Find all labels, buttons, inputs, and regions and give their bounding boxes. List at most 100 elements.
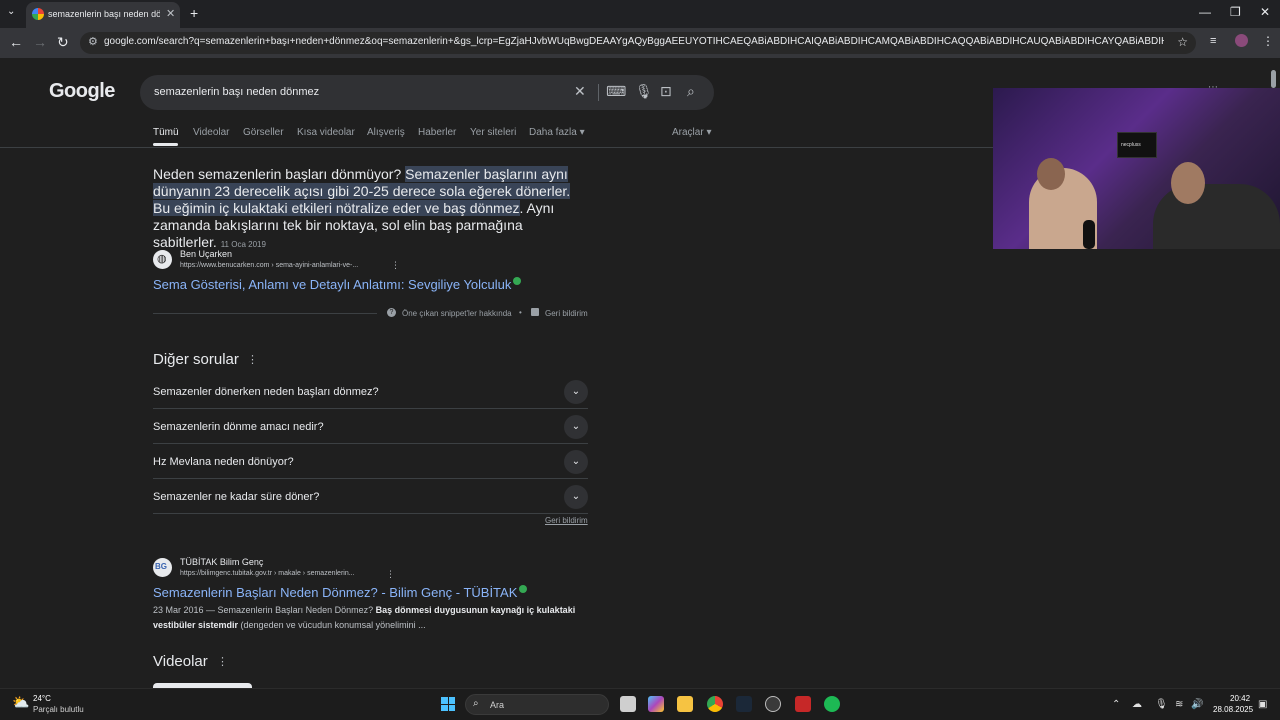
dot-separator: • [519, 308, 522, 317]
reading-list-icon[interactable]: ≡ [1210, 35, 1216, 47]
obs-icon[interactable] [765, 696, 781, 712]
verified-icon [519, 585, 528, 593]
back-icon[interactable]: ← [9, 34, 23, 50]
reload-icon[interactable]: ↻ [57, 34, 69, 51]
weather-temp[interactable]: 24°C [33, 694, 51, 703]
paa-question[interactable]: Hz Mevlana neden dönüyor? ⌄ [153, 444, 588, 479]
tab-news[interactable]: Haberler [418, 127, 456, 138]
more-options-icon[interactable]: ⋮ [391, 260, 400, 271]
chevron-down-icon[interactable]: ⌄ [564, 415, 588, 439]
snippet-text: — Semazenlerin Başları Neden Dönmez? [203, 605, 376, 615]
spotify-icon[interactable] [824, 696, 840, 712]
tubitak-logo-icon: BG [155, 562, 167, 571]
chevron-down-icon[interactable]: ⌄ [564, 485, 588, 509]
wifi-icon[interactable]: ≋ [1175, 699, 1183, 710]
chevron-down-icon[interactable]: ⌄ [564, 380, 588, 404]
google-favicon-icon [32, 8, 44, 20]
microphone-icon[interactable]: 🎙 [635, 83, 653, 100]
profile-avatar[interactable] [1235, 34, 1248, 47]
file-explorer-icon[interactable] [677, 696, 693, 712]
weather-icon[interactable]: ⛅ [12, 694, 29, 711]
paa-question-text: Hz Mevlana neden dönüyor? [153, 456, 294, 468]
copilot-icon[interactable] [648, 696, 664, 712]
tab-search-icon[interactable]: ⌄ [7, 6, 15, 17]
start-tile [448, 697, 455, 704]
chevron-down-icon[interactable]: ⌄ [564, 450, 588, 474]
taskbar-search[interactable]: ⌕ Ara [465, 694, 609, 715]
clear-icon[interactable]: ✕ [574, 83, 586, 100]
app-icon[interactable] [795, 696, 811, 712]
divider [153, 313, 377, 314]
tab-shopping[interactable]: Alışveriş [367, 127, 405, 138]
search-icon[interactable]: ⌕ [687, 83, 695, 100]
chevron-up-icon[interactable]: ⌃ [1112, 699, 1120, 710]
browser-tab[interactable]: semazenlerin başı neden dönmez ✕ [26, 2, 180, 28]
clock-date[interactable]: 28.08.2025 [1213, 705, 1253, 714]
result-link[interactable]: Sema Gösterisi, Anlamı ve Detaylı Anlatı… [153, 277, 522, 292]
snippet-date: 11 Oca 2019 [220, 240, 266, 249]
about-snippets-link[interactable]: Öne çıkan snippet'ler hakkında [402, 309, 512, 318]
keyboard-icon[interactable]: ⌨ [606, 83, 626, 100]
chevron-down-icon: ▾ [706, 127, 712, 138]
person-right-head [1171, 162, 1205, 204]
paa-question-text: Semazenlerin dönme amacı nedir? [153, 421, 324, 433]
weather-desc[interactable]: Parçalı bulutlu [33, 705, 84, 714]
source-url[interactable]: https://www.benucarken.com › sema-ayini-… [180, 262, 358, 269]
volume-icon[interactable]: 🔊 [1191, 699, 1203, 710]
featured-snippet: Neden semazenlerin başları dönmüyor? Sem… [153, 166, 585, 253]
tools-button[interactable]: Araçlar ▾ [672, 127, 712, 138]
paa-title: Diğer sorular [153, 351, 239, 368]
google-logo[interactable]: Google [49, 80, 115, 103]
help-icon: ? [387, 308, 396, 317]
result-date: 23 Mar 2016 [153, 605, 204, 615]
paa-question[interactable]: Semazenler dönerken neden başları dönmez… [153, 374, 588, 409]
onedrive-icon[interactable]: ☁ [1132, 699, 1142, 710]
videos-title: Videolar [153, 653, 208, 670]
paa-more-icon[interactable]: ⋮ [247, 353, 258, 366]
taskbar-search-label: Ara [490, 700, 505, 710]
close-window-icon[interactable]: ✕ [1260, 5, 1270, 19]
start-tile [448, 704, 455, 711]
minimize-icon[interactable]: — [1199, 5, 1211, 19]
feedback-link[interactable]: Geri bildirim [545, 309, 588, 318]
search-input[interactable]: semazenlerin başı neden dönmez [154, 86, 319, 98]
task-view-icon[interactable] [620, 696, 636, 712]
videos-more-icon[interactable]: ⋮ [217, 655, 228, 668]
chrome-icon[interactable] [707, 696, 723, 712]
lens-icon[interactable]: ⊡ [660, 83, 672, 100]
verified-icon [513, 277, 522, 285]
forward-icon[interactable]: → [33, 34, 47, 50]
scrollbar[interactable] [1271, 70, 1276, 88]
address-bar[interactable]: ⚙ google.com/search?q=semazenlerin+başı+… [80, 32, 1196, 54]
close-tab-icon[interactable]: ✕ [166, 7, 175, 20]
bookmark-star-icon[interactable]: ☆ [1177, 35, 1188, 49]
paa-feedback-link[interactable]: Geri bildirim [545, 516, 588, 525]
steam-icon[interactable] [736, 696, 752, 712]
tab-web[interactable]: Yer siteleri [470, 127, 516, 138]
clock-time[interactable]: 20:42 [1230, 694, 1250, 703]
menu-icon[interactable]: ⋮ [1262, 34, 1274, 48]
paa-question[interactable]: Semazenler ne kadar süre döner? ⌄ [153, 479, 588, 514]
url-text: google.com/search?q=semazenlerin+başı+ne… [104, 36, 1164, 47]
tab-short-videos[interactable]: Kısa videolar [297, 127, 355, 138]
microphone-icon[interactable]: 🎙 [1155, 699, 1168, 710]
site-info-icon[interactable]: ⚙ [88, 35, 98, 48]
search-icon: ⌕ [473, 698, 479, 709]
search-box[interactable]: semazenlerin başı neden dönmez ✕ ⌨ 🎙 ⊡ ⌕ [140, 75, 714, 110]
notifications-icon[interactable]: ▣ [1258, 699, 1267, 710]
start-button[interactable] [441, 697, 455, 711]
restore-icon[interactable]: ❐ [1230, 5, 1241, 19]
tab-more[interactable]: Daha fazla ▾ [529, 127, 585, 138]
paa-question[interactable]: Semazenlerin dönme amacı nedir? ⌄ [153, 409, 588, 444]
tab-videos[interactable]: Videolar [193, 127, 230, 138]
tab-images[interactable]: Görseller [243, 127, 284, 138]
source-name[interactable]: Ben Uçarken [180, 249, 232, 259]
snippet-highlight: Bu eğimin iç kulaktaki etkileri nötraliz… [153, 200, 520, 216]
result-link[interactable]: Semazenlerin Başları Neden Dönmez? - Bil… [153, 585, 528, 600]
source-url[interactable]: https://bilimgenc.tubitak.gov.tr › makal… [180, 570, 355, 577]
source-name[interactable]: TÜBİTAK Bilim Genç [180, 557, 263, 567]
tv-text: necpluss [1121, 142, 1141, 148]
tab-all[interactable]: Tümü [153, 127, 179, 138]
new-tab-icon[interactable]: + [190, 5, 198, 21]
more-options-icon[interactable]: ⋮ [386, 569, 395, 580]
